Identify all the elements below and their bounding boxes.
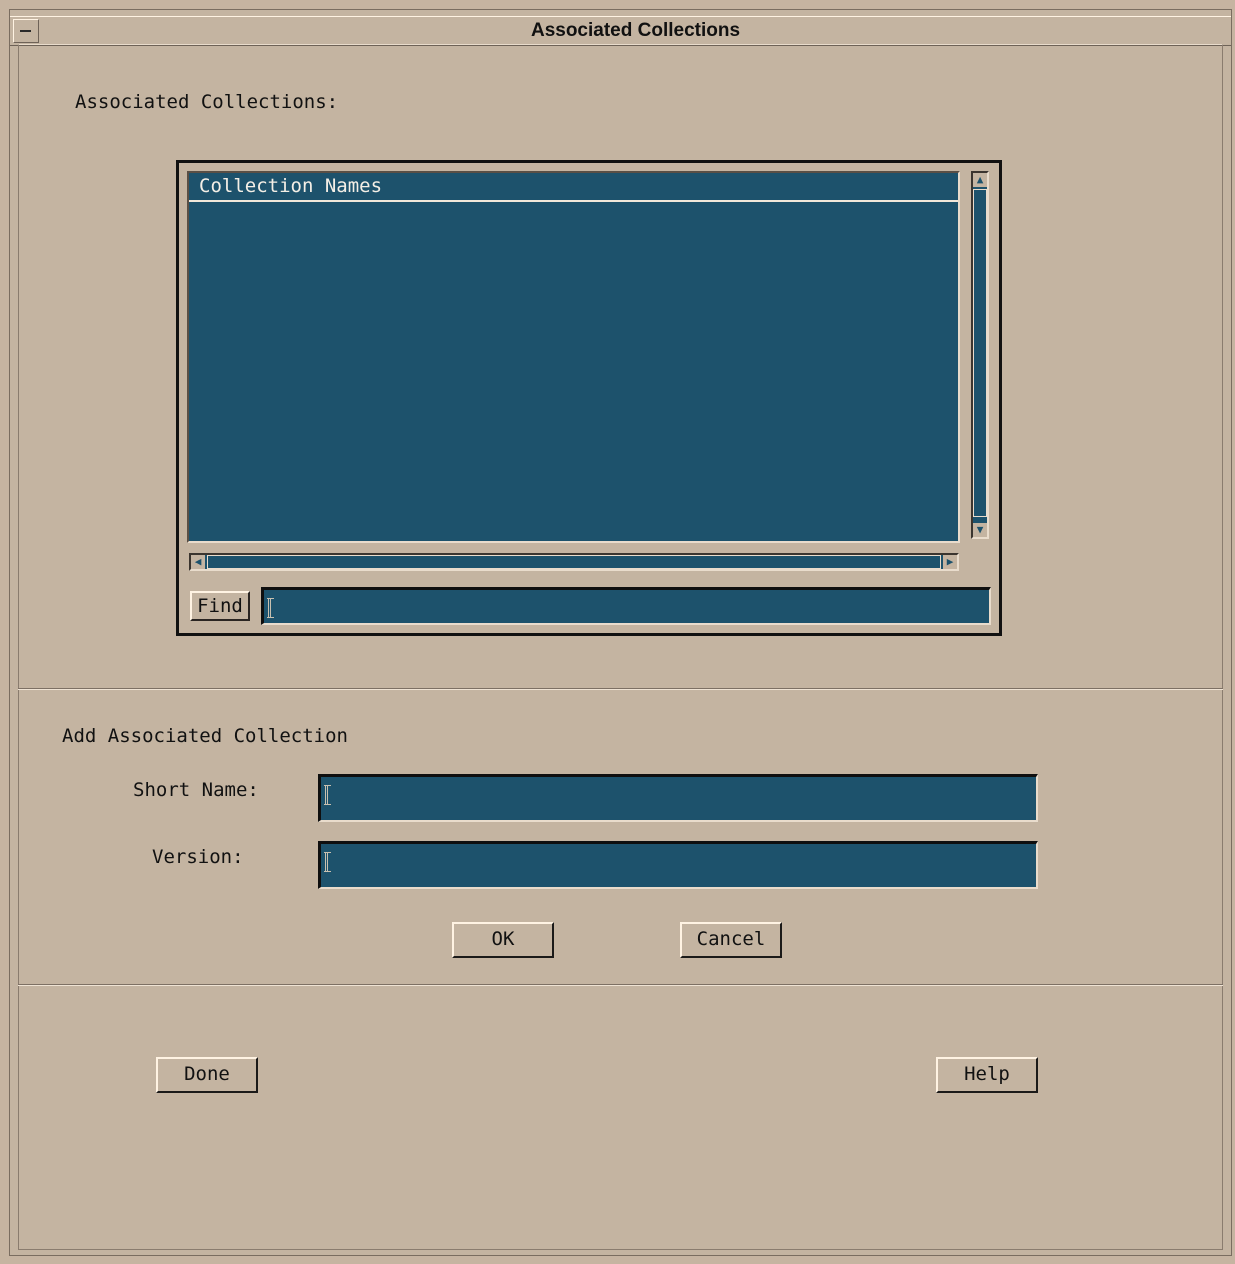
window-title: Associated Collections (530, 20, 741, 41)
dialog-window: Associated Collections Associated Collec… (9, 9, 1232, 1256)
version-label: Version: (152, 846, 244, 868)
title-bar[interactable]: Associated Collections (10, 16, 1231, 46)
collection-list-vertical-scrollbar[interactable]: ▲ ▼ (971, 171, 989, 539)
associated-collections-label: Associated Collections: (75, 91, 339, 113)
horizontal-scroll-thumb[interactable] (207, 555, 941, 569)
scroll-left-icon[interactable]: ◀ (191, 555, 205, 569)
add-section-title: Add Associated Collection (62, 725, 348, 747)
collection-list-horizontal-scrollbar[interactable]: ◀ ▶ (189, 553, 959, 571)
version-input[interactable] (318, 841, 1038, 889)
section-divider (18, 688, 1223, 690)
text-cursor-icon (324, 785, 331, 805)
find-button[interactable]: Find (190, 591, 250, 621)
cancel-button[interactable]: Cancel (680, 922, 782, 958)
find-input[interactable] (261, 587, 991, 625)
scroll-down-icon[interactable]: ▼ (973, 523, 987, 537)
section-divider (18, 984, 1223, 986)
short-name-input[interactable] (318, 774, 1038, 822)
scroll-up-icon[interactable]: ▲ (973, 173, 987, 187)
done-button[interactable]: Done (156, 1057, 258, 1093)
collection-list[interactable]: Collection Names (187, 171, 960, 543)
vertical-scroll-thumb[interactable] (973, 189, 987, 517)
text-cursor-icon (324, 852, 331, 872)
window-menu-icon[interactable] (13, 19, 39, 43)
text-cursor-icon (267, 598, 274, 618)
collection-list-header: Collection Names (189, 173, 958, 202)
ok-button[interactable]: OK (452, 922, 554, 958)
scroll-right-icon[interactable]: ▶ (943, 555, 957, 569)
help-button[interactable]: Help (936, 1057, 1038, 1093)
short-name-label: Short Name: (133, 779, 259, 801)
collection-list-frame: Collection Names ▲ ▼ ◀ ▶ Find (176, 160, 1002, 636)
